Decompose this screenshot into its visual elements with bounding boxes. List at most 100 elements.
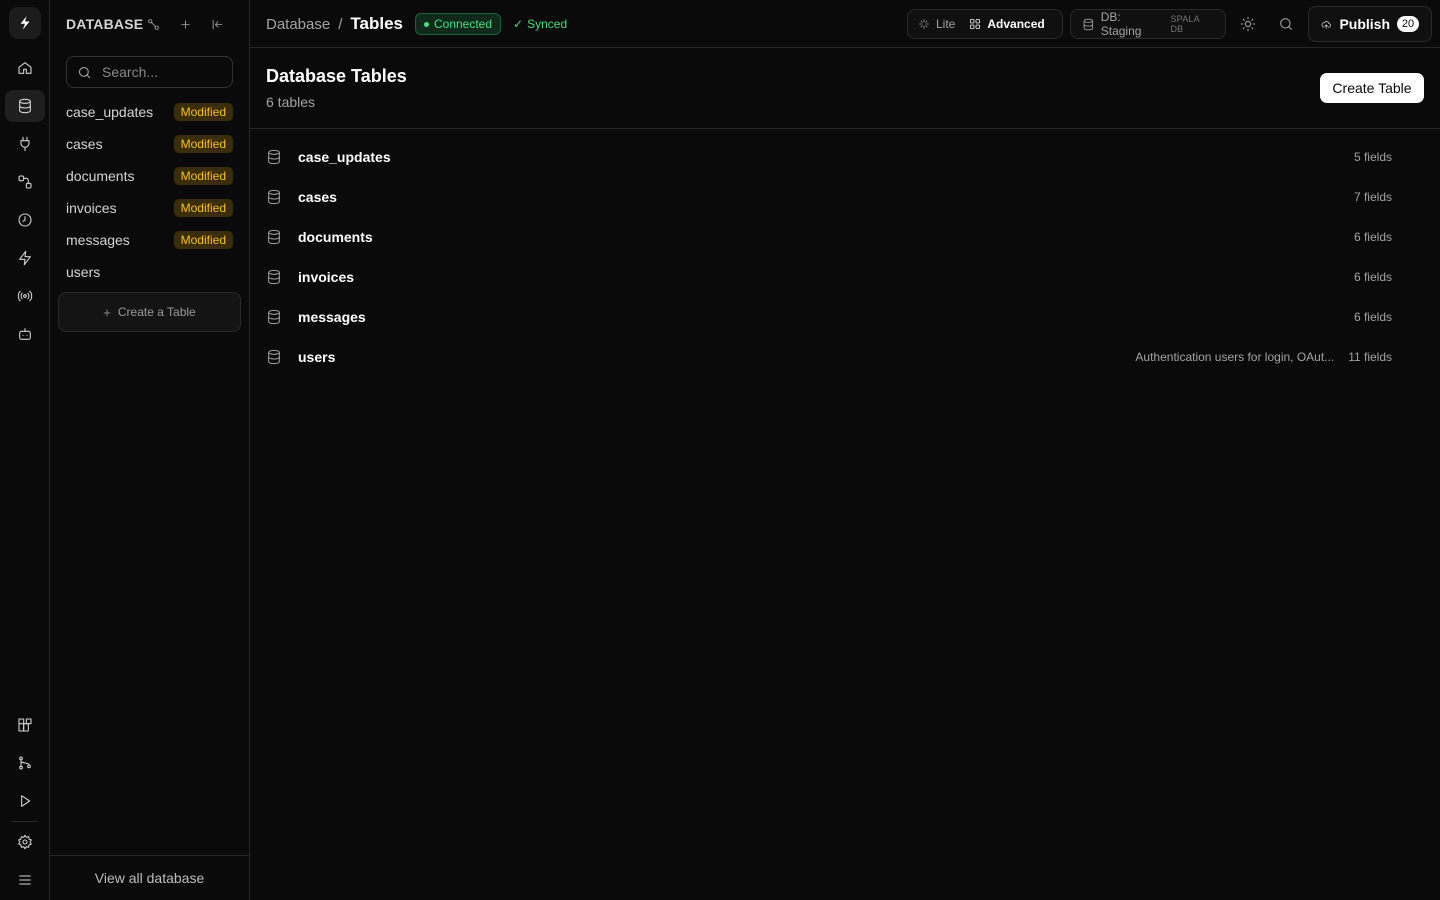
field-count: 7 fields [1353,190,1392,204]
sidebar-item-users[interactable]: users [66,260,233,284]
create-a-table-button[interactable]: + Create a Table [58,292,241,332]
rail-integrations-button[interactable] [5,128,45,160]
rail-functions-button[interactable] [5,242,45,274]
table-name: invoices [298,269,355,285]
table-meta: 6 fields [1354,230,1392,244]
mode-toggle: Lite Advanced [907,9,1063,39]
rail-realtime-button[interactable] [5,280,45,312]
sidebar-item-label: messages [66,232,130,248]
sidebar-item-label: users [66,264,101,280]
environment-selector[interactable]: DB: Staging SPALA DB [1070,9,1226,39]
check-icon: ✓ [513,17,524,31]
field-count: 6 fields [1353,230,1392,244]
rail-menu-button[interactable] [5,864,45,896]
search-input[interactable] [102,64,222,80]
table-row[interactable]: case_updates 5 fields [266,141,1392,173]
rail-database-button[interactable] [5,90,45,122]
app-logo[interactable] [9,7,41,39]
database-icon [19,98,31,114]
table-row[interactable]: invoices 6 fields [266,261,1392,293]
icon-rail [0,0,50,900]
search-icon [78,66,91,78]
sparkle-icon [919,19,929,29]
database-icon [268,189,280,205]
publish-button[interactable]: Publish 20 [1308,6,1432,42]
cloud-upload-icon [1321,20,1331,29]
mode-lite-label: Lite [936,17,956,31]
broadcast-icon [17,290,33,302]
synced-label: Synced [527,17,568,31]
table-meta: 6 fields [1354,270,1392,284]
publish-count-badge: 20 [1397,16,1419,32]
table-meta: 7 fields [1354,190,1392,204]
mode-lite-button[interactable]: Lite [911,13,962,35]
view-all-database-button[interactable]: View all database [50,855,249,900]
rail-settings-button[interactable] [5,826,45,858]
sidebar-item-label: cases [66,136,103,152]
sidebar-search [66,56,233,88]
header-divider [250,128,1440,129]
rail-divider [12,821,38,822]
breadcrumb-current: Tables [350,14,403,33]
rail-run-button[interactable] [5,785,45,817]
rail-workflows-button[interactable] [5,166,45,198]
breadcrumb-database-link[interactable]: Database [266,16,330,33]
sidebar-header: DATABASE [66,14,143,34]
table-name: users [298,349,336,365]
breadcrumb-separator: / [338,15,343,33]
play-icon [21,795,31,807]
logo-bolt-icon [20,16,30,30]
connected-label: Connected [433,17,493,31]
menu-icon [19,875,31,885]
settings-icon [18,834,32,850]
field-count: 5 fields [1353,150,1392,164]
sidebar-item-cases[interactable]: cases Modified [66,132,233,156]
bot-icon [19,328,31,340]
table-description: Authentication users for login, OAut... [1135,350,1335,364]
table-meta: 6 fields [1354,310,1392,324]
plug-icon [20,136,30,152]
clock-icon [18,213,32,227]
rail-history-button[interactable] [5,204,45,236]
environment-db-name: SPALA DB [1170,14,1200,34]
plus-icon [180,19,190,29]
lightning-icon [19,250,31,266]
collapse-left-icon [212,19,222,29]
sidebar-relations-button[interactable] [145,16,161,32]
database-icon [1083,18,1094,30]
sidebar-item-case-updates[interactable]: case_updates Modified [66,100,233,124]
modified-badge: Modified [173,231,233,249]
theme-toggle-button[interactable] [1238,14,1258,34]
rail-agents-button[interactable] [5,318,45,350]
mode-advanced-label: Advanced [987,17,1045,31]
global-search-button[interactable] [1276,14,1296,34]
git-branch-icon [19,756,31,770]
table-row[interactable]: messages 6 fields [266,301,1392,333]
table-row[interactable]: users Authentication users for login, OA… [266,341,1392,373]
rail-extensions-button[interactable] [5,709,45,741]
field-count: 6 fields [1353,310,1392,324]
field-count: 11 fields [1348,350,1392,364]
page-title: Database Tables [266,66,407,86]
database-icon [268,309,280,325]
sidebar-item-label: invoices [66,200,117,216]
field-count: 6 fields [1353,270,1392,284]
create-table-button[interactable]: Create Table [1320,73,1424,103]
sidebar-add-button[interactable] [177,16,193,32]
modified-badge: Modified [173,199,233,217]
database-icon [268,349,280,365]
table-row[interactable]: cases 7 fields [266,181,1392,213]
sidebar-item-messages[interactable]: messages Modified [66,228,233,252]
rail-home-button[interactable] [5,52,45,84]
modified-badge: Modified [173,135,233,153]
mode-advanced-button[interactable]: Advanced [962,13,1051,35]
sidebar-collapse-button[interactable] [209,16,225,32]
sidebar-item-invoices[interactable]: invoices Modified [66,196,233,220]
environment-label: DB: Staging [1100,10,1142,38]
rail-branches-button[interactable] [5,747,45,779]
table-row[interactable]: documents 6 fields [266,221,1392,253]
database-icon [268,269,280,285]
sidebar-item-documents[interactable]: documents Modified [66,164,233,188]
sidebar-item-label: case_updates [66,104,154,120]
workflow-icon [18,175,32,189]
